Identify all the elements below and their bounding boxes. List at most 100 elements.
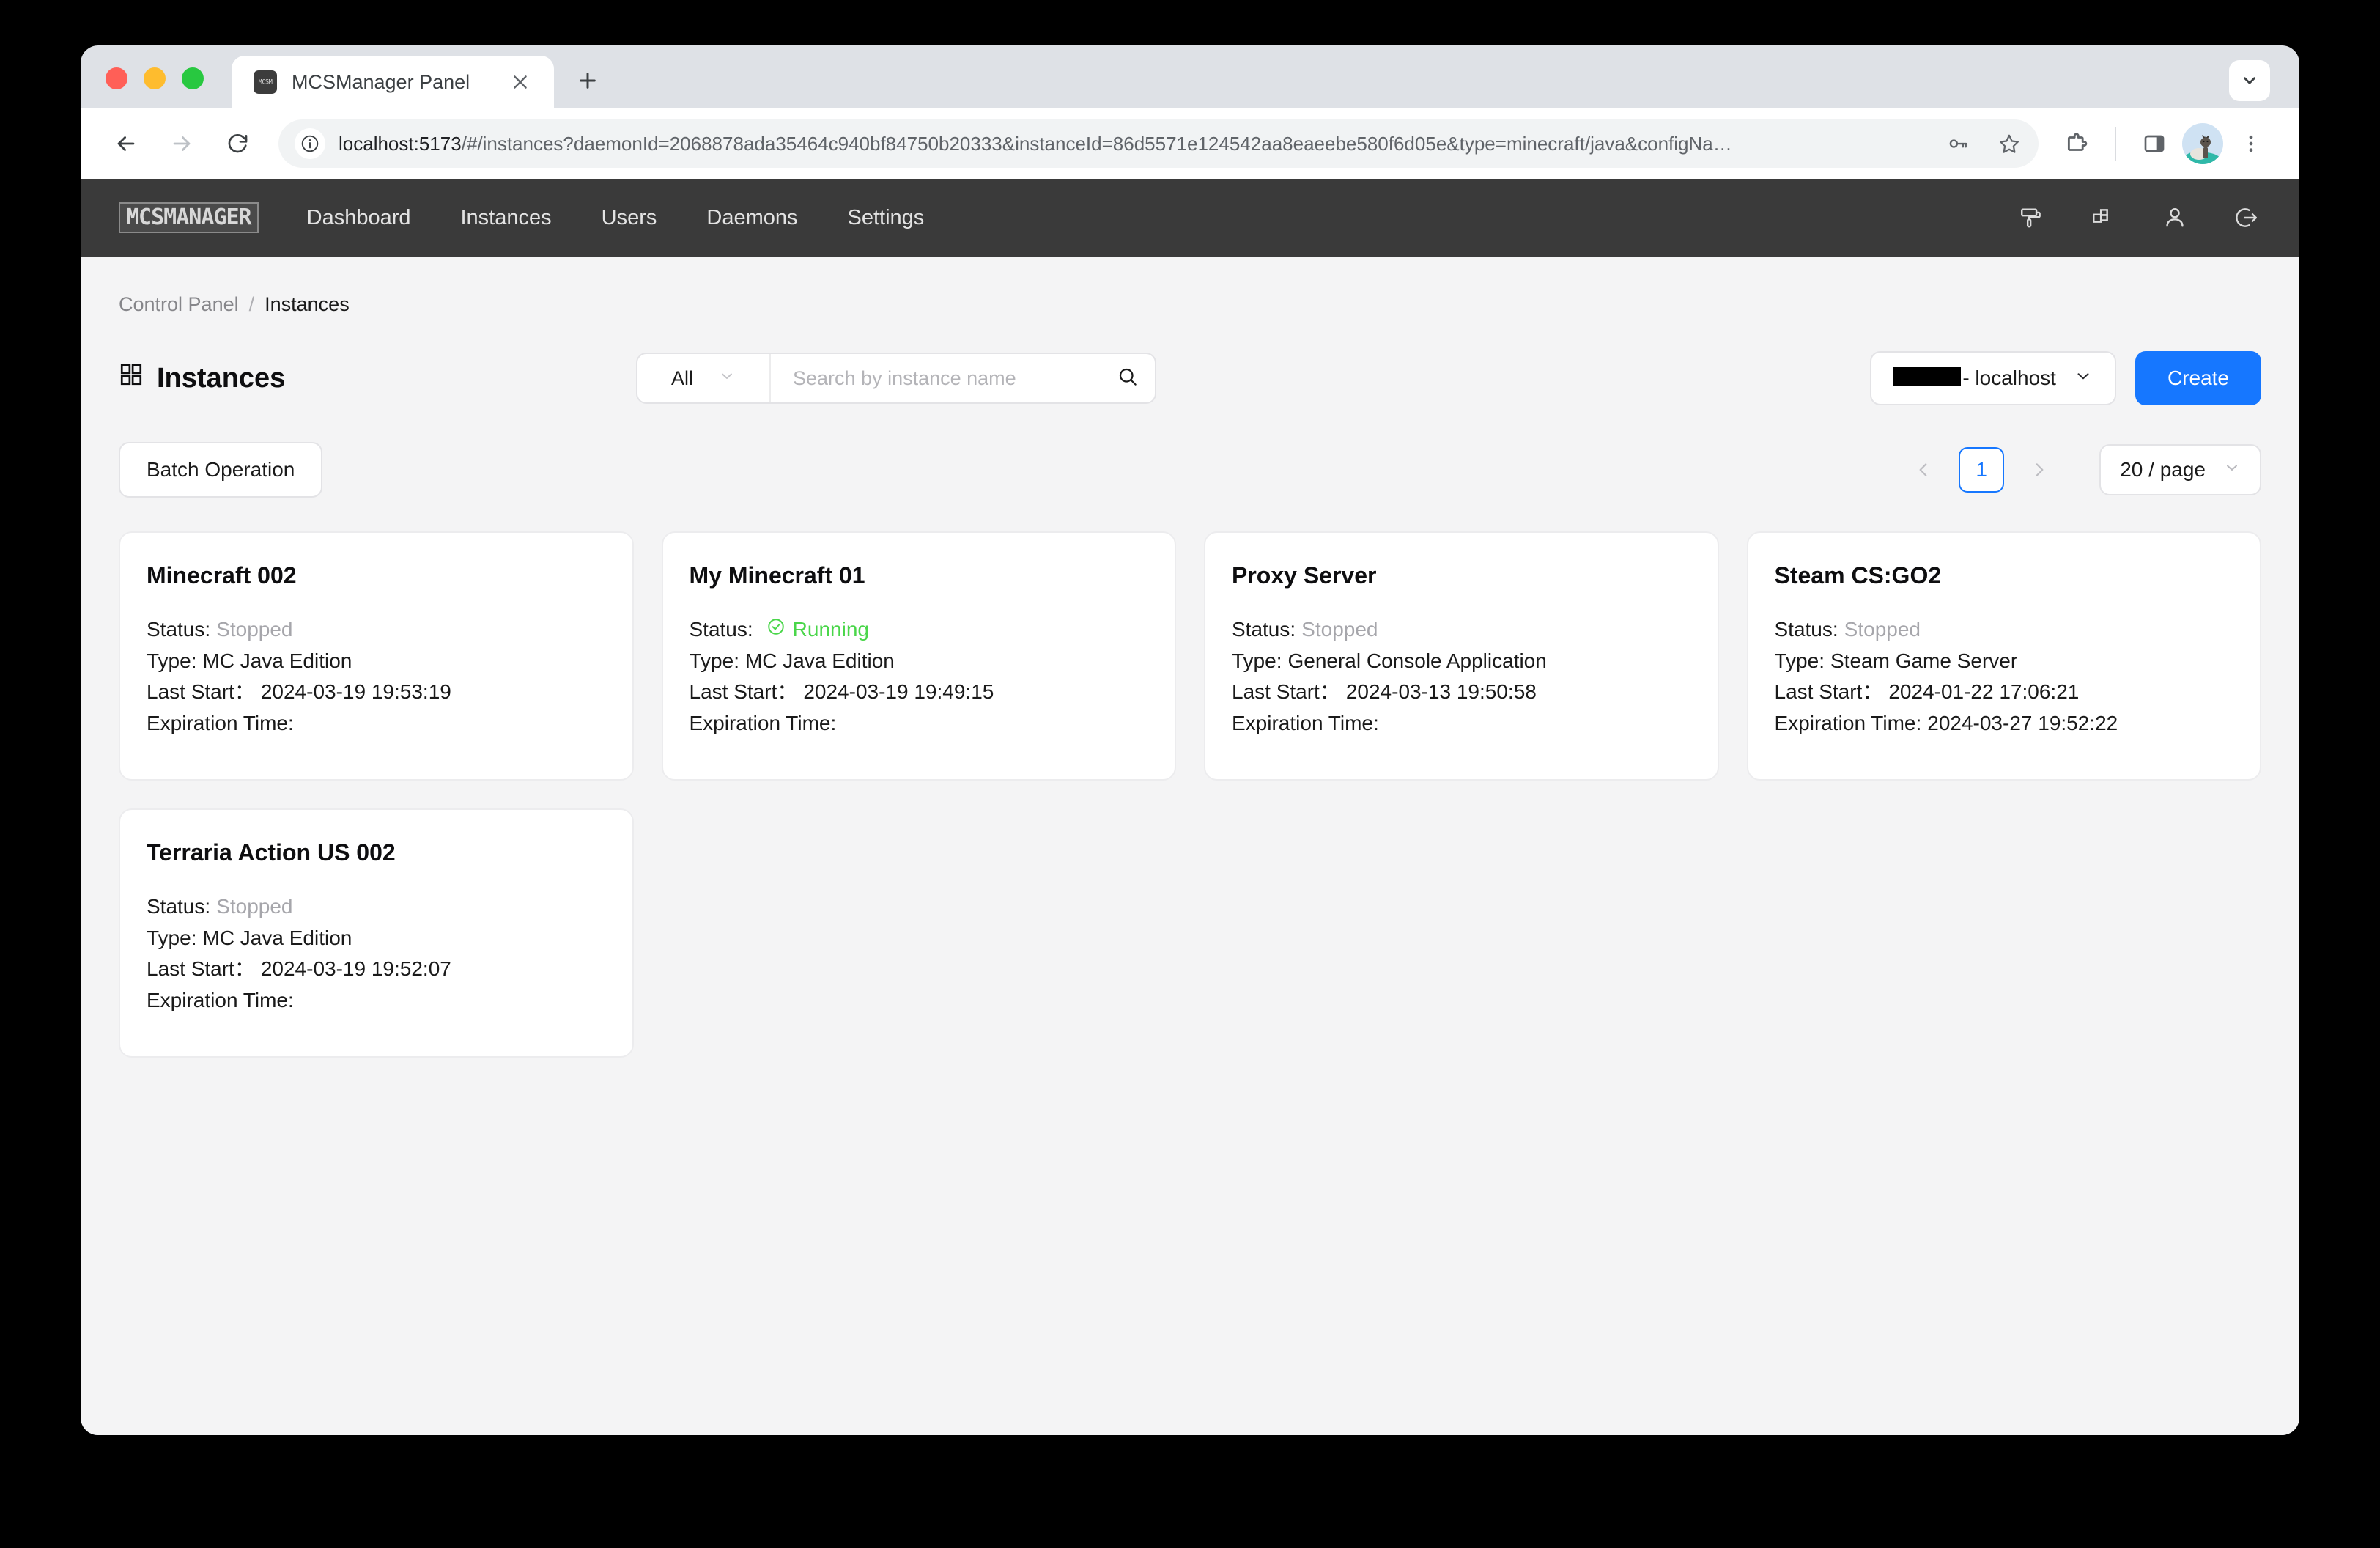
instance-card[interactable]: Steam CS:GO2 Status: Stopped Type: Steam… xyxy=(1746,531,2261,781)
address-bar[interactable]: localhost:5173/#/instances?daemonId=2068… xyxy=(278,119,2039,168)
mcsmanager-logo[interactable]: MCSMANAGER xyxy=(119,202,259,233)
browser-toolbar: localhost:5173/#/instances?daemonId=2068… xyxy=(81,108,2299,179)
instance-expiration: 2024-03-27 19:52:22 xyxy=(1927,711,2118,734)
actions-row: Batch Operation 1 20 / page xyxy=(119,442,2261,498)
user-icon[interactable] xyxy=(2157,200,2192,235)
nav-item-daemons[interactable]: Daemons xyxy=(706,206,797,230)
page-title: Instances xyxy=(119,362,470,394)
maximize-window-button[interactable] xyxy=(182,67,204,89)
chevron-down-icon[interactable] xyxy=(2229,60,2270,101)
per-page-selector[interactable]: 20 / page xyxy=(2099,444,2261,495)
close-window-button[interactable] xyxy=(106,67,128,89)
info-icon[interactable] xyxy=(295,128,325,159)
page-content: Control Panel / Instances Instances All … xyxy=(81,257,2299,1435)
nav-item-instances[interactable]: Instances xyxy=(461,206,552,230)
plus-icon[interactable] xyxy=(566,59,610,103)
instance-type: MC Java Edition xyxy=(744,649,895,672)
expiration-label: Expiration Time: xyxy=(689,711,837,734)
status-label: Status: xyxy=(147,618,211,641)
url-text: localhost:5173/#/instances?daemonId=2068… xyxy=(339,133,1926,155)
last-start-label: Last Start： xyxy=(147,680,255,704)
instance-name: Minecraft 002 xyxy=(147,562,297,589)
arrow-right-icon[interactable] xyxy=(157,119,207,169)
status-badge: Stopped xyxy=(216,895,293,918)
puzzle-piece-icon[interactable] xyxy=(2055,122,2099,166)
avatar-cat-icon[interactable] xyxy=(2182,123,2223,164)
last-start-label: Last Start： xyxy=(1232,680,1340,704)
browser-tab[interactable]: MCSM MCSManager Panel xyxy=(232,56,554,108)
type-filter-value: All xyxy=(670,366,693,389)
search-input[interactable] xyxy=(793,366,1109,390)
reload-icon[interactable] xyxy=(212,119,262,169)
expiration-label: Expiration Time: xyxy=(1774,711,1922,734)
window-traffic-lights xyxy=(106,67,204,108)
instance-expiration-line: Expiration Time: xyxy=(147,985,606,1017)
nav-item-users[interactable]: Users xyxy=(602,206,657,230)
status-badge: Stopped xyxy=(1844,618,1921,641)
toolbar-divider xyxy=(2115,127,2116,161)
last-start-label: Last Start： xyxy=(1774,680,1883,704)
expiration-label: Expiration Time: xyxy=(147,988,294,1011)
instance-name: Terraria Action US 002 xyxy=(147,839,396,866)
instance-type: MC Java Edition xyxy=(202,926,352,949)
type-label: Type: xyxy=(1774,649,1825,672)
instance-card[interactable]: Terraria Action US 002 Status: Stopped T… xyxy=(119,808,634,1058)
instance-card[interactable]: Proxy Server Status: Stopped Type: Gener… xyxy=(1204,531,1719,781)
url-host: localhost:5173 xyxy=(339,132,462,155)
instance-type-line: Type: MC Java Edition xyxy=(690,646,1149,677)
favicon-label: MCSM xyxy=(258,78,273,86)
type-label: Type: xyxy=(147,649,197,672)
instance-card[interactable]: My Minecraft 01 Status: Running Type: MC… xyxy=(661,531,1176,781)
instance-status-line: Status: Stopped xyxy=(147,614,606,646)
instance-type-line: Type: MC Java Edition xyxy=(147,646,606,677)
instance-last-start: 2024-03-19 19:53:19 xyxy=(260,680,451,704)
paint-roller-icon[interactable] xyxy=(2014,200,2049,235)
last-start-label: Last Start： xyxy=(147,957,255,981)
instance-last-start-line: Last Start： 2024-01-22 17:06:21 xyxy=(1775,677,2234,708)
instance-cards-grid: Minecraft 002 Status: Stopped Type: MC J… xyxy=(119,531,2261,1058)
nav-item-settings[interactable]: Settings xyxy=(848,206,925,230)
batch-operation-button[interactable]: Batch Operation xyxy=(119,442,323,498)
instance-name: Proxy Server xyxy=(1232,562,1377,589)
status-label: Status: xyxy=(147,895,211,918)
instance-last-start: 2024-03-19 19:49:15 xyxy=(803,680,994,704)
nav-item-dashboard[interactable]: Dashboard xyxy=(307,206,411,230)
instance-status-line: Status: Stopped xyxy=(1775,614,2234,646)
instance-last-start-line: Last Start： 2024-03-19 19:53:19 xyxy=(147,677,606,708)
instance-type: MC Java Edition xyxy=(202,649,352,672)
search-input-wrap xyxy=(771,354,1155,402)
instance-last-start-line: Last Start： 2024-03-19 19:52:07 xyxy=(147,954,606,985)
instance-type: General Console Application xyxy=(1287,649,1547,672)
per-page-value: 20 / page xyxy=(2120,458,2206,481)
side-panel-icon[interactable] xyxy=(2132,122,2176,166)
breadcrumb: Control Panel / Instances xyxy=(119,293,2261,316)
chevron-down-icon xyxy=(718,367,736,390)
arrow-left-icon[interactable] xyxy=(101,119,151,169)
page-viewport: MCSMANAGER Dashboard Instances Users Dae… xyxy=(81,179,2299,1435)
kebab-menu-icon[interactable] xyxy=(2229,122,2273,166)
instance-card[interactable]: Minecraft 002 Status: Stopped Type: MC J… xyxy=(119,531,634,781)
logout-icon[interactable] xyxy=(2229,200,2264,235)
layout-blocks-icon[interactable] xyxy=(2085,200,2121,235)
page-title-text: Instances xyxy=(157,362,286,394)
instance-last-start: 2024-03-13 19:50:58 xyxy=(1345,680,1537,704)
search-icon[interactable] xyxy=(1117,366,1139,391)
chevron-right-icon[interactable] xyxy=(2020,451,2058,489)
page-number-1[interactable]: 1 xyxy=(1959,447,2005,493)
breadcrumb-root[interactable]: Control Panel xyxy=(119,293,239,316)
pagination: 1 20 / page xyxy=(1904,444,2261,495)
star-icon[interactable] xyxy=(1990,125,2028,163)
type-filter-select[interactable]: All xyxy=(638,354,771,402)
instance-type-line: Type: General Console Application xyxy=(1232,646,1691,677)
status-label: Status: xyxy=(1774,618,1838,641)
create-button[interactable]: Create xyxy=(2135,351,2261,405)
chevron-left-icon[interactable] xyxy=(1904,451,1943,489)
close-icon[interactable] xyxy=(506,67,535,97)
last-start-label: Last Start： xyxy=(689,680,798,704)
key-icon[interactable] xyxy=(1939,125,1977,163)
app-nav: Dashboard Instances Users Daemons Settin… xyxy=(307,206,2014,230)
node-selector[interactable]: - localhost xyxy=(1870,351,2116,405)
minimize-window-button[interactable] xyxy=(144,67,166,89)
instance-type-line: Type: Steam Game Server xyxy=(1775,646,2234,677)
instance-type-line: Type: MC Java Edition xyxy=(147,923,606,954)
